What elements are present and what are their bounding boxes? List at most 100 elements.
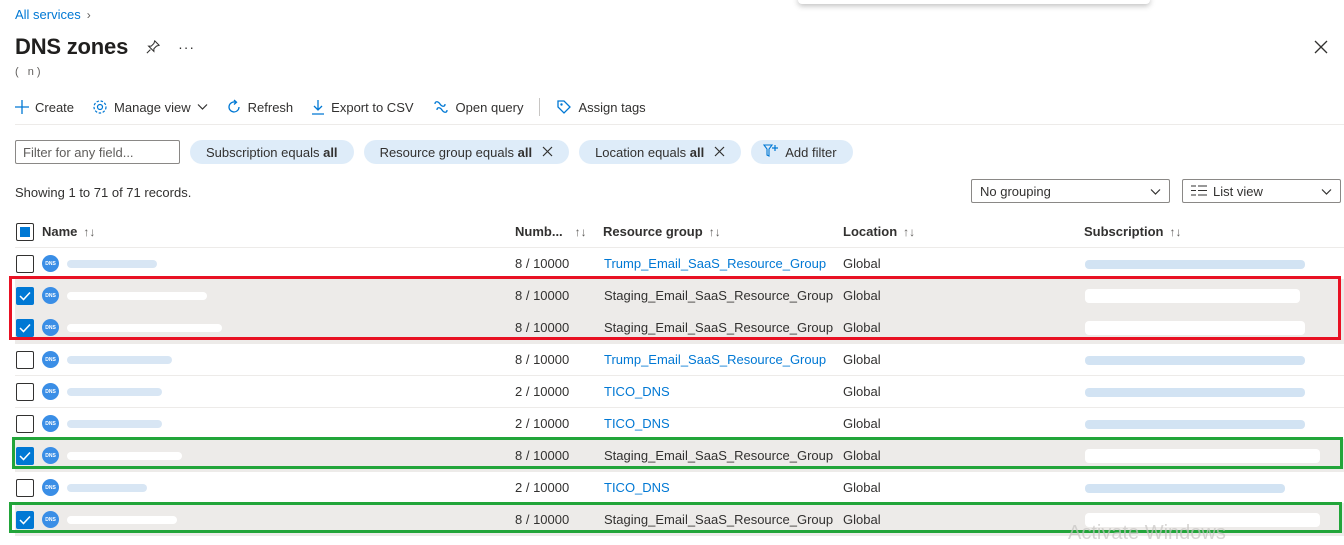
table-row[interactable]: DNS 2 / 10000 TICO_DNS Global [15, 376, 1344, 408]
column-header-subscription[interactable]: Subscription ↑↓ [1084, 224, 1181, 239]
dns-zone-icon: DNS [42, 511, 59, 528]
resource-group-link[interactable]: Trump_Email_SaaS_Resource_Group [604, 352, 826, 367]
subscription-link[interactable] [1085, 484, 1285, 493]
assign-tags-button[interactable]: Assign tags [556, 99, 646, 115]
dns-zone-icon: DNS [42, 479, 59, 496]
breadcrumb-all-services[interactable]: All services [15, 7, 81, 22]
column-header-location[interactable]: Location ↑↓ [843, 224, 915, 239]
breadcrumb: All services › [15, 7, 91, 22]
resource-group-link[interactable]: Staging_Email_SaaS_Resource_Group [604, 320, 833, 335]
location-cell: Global [843, 512, 881, 527]
zone-name-link[interactable] [67, 452, 182, 460]
select-all-checkbox[interactable] [16, 222, 34, 241]
close-icon[interactable] [542, 145, 553, 160]
more-options-icon[interactable]: ··· [178, 39, 195, 55]
subscription-link[interactable] [1085, 289, 1300, 303]
row-checkbox[interactable] [16, 318, 34, 337]
zone-name-link[interactable] [67, 324, 222, 332]
close-icon[interactable] [1314, 40, 1328, 57]
activate-windows-watermark: Activate Windows [1068, 522, 1226, 544]
subscription-link[interactable] [1085, 260, 1305, 269]
row-checkbox[interactable] [16, 478, 34, 497]
view-dropdown[interactable]: List view [1182, 179, 1341, 203]
close-icon[interactable] [714, 145, 725, 160]
row-checkbox[interactable] [16, 446, 34, 465]
sort-icon: ↑↓ [1169, 225, 1182, 239]
row-checkbox[interactable] [16, 254, 34, 273]
table-row[interactable]: DNS 2 / 10000 TICO_DNS Global [15, 408, 1344, 440]
page-title: DNS zones [15, 34, 129, 59]
export-csv-button[interactable]: Export to CSV [311, 99, 414, 115]
filter-bar: Subscription equals all Resource group e… [15, 140, 853, 164]
resource-group-link[interactable]: TICO_DNS [604, 416, 670, 431]
filter-pill-subscription[interactable]: Subscription equals all [190, 140, 354, 164]
subscription-link[interactable] [1085, 388, 1305, 397]
dns-zones-table: Name ↑↓ Numb... ↑↓ Resource group ↑↓ Locati… [15, 216, 1344, 536]
filter-pill-prefix: Subscription equals [206, 144, 320, 160]
download-icon [311, 99, 325, 115]
resource-group-link[interactable]: Trump_Email_SaaS_Resource_Group [604, 256, 826, 271]
zone-name-link[interactable] [67, 484, 147, 492]
sort-icon: ↑↓ [903, 225, 916, 239]
dns-zone-icon: DNS [42, 319, 59, 336]
location-cell: Global [843, 416, 881, 431]
zone-name-link[interactable] [67, 356, 172, 364]
subscription-link[interactable] [1085, 420, 1305, 429]
column-header-number[interactable]: Numb... ↑↓ [515, 224, 587, 239]
assign-tags-label: Assign tags [578, 99, 646, 115]
add-filter-label: Add filter [785, 144, 837, 160]
filter-pill-value: all [323, 144, 338, 160]
dns-zone-icon: DNS [42, 255, 59, 272]
resource-group-link[interactable]: TICO_DNS [604, 480, 670, 495]
row-checkbox[interactable] [16, 414, 34, 433]
list-view-icon [1191, 184, 1207, 199]
column-header-name[interactable]: Name ↑↓ [42, 224, 95, 239]
column-header-resource-group[interactable]: Resource group ↑↓ [603, 224, 721, 239]
table-row[interactable]: DNS 8 / 10000 Staging_Email_SaaS_Resource_… [15, 280, 1344, 312]
plus-icon [15, 100, 29, 114]
toolbar-divider [15, 124, 1344, 125]
row-checkbox[interactable] [16, 382, 34, 401]
resource-group-link[interactable]: Staging_Email_SaaS_Resource_Group [604, 448, 833, 463]
create-button[interactable]: Create [15, 100, 74, 115]
record-set-count: 2 / 10000 [515, 416, 570, 431]
tag-icon [556, 99, 572, 115]
row-checkbox[interactable] [16, 510, 34, 529]
filter-pill-location[interactable]: Location equals all [579, 140, 742, 164]
subscription-link[interactable] [1085, 321, 1305, 335]
grouping-dropdown[interactable]: No grouping [971, 179, 1170, 203]
location-cell: Global [843, 352, 881, 367]
table-header: Name ↑↓ Numb... ↑↓ Resource group ↑↓ Locati… [15, 216, 1344, 248]
filter-input[interactable] [15, 140, 180, 164]
resource-group-link[interactable]: Staging_Email_SaaS_Resource_Group [604, 288, 833, 303]
grouping-value: No grouping [980, 183, 1051, 199]
row-checkbox[interactable] [16, 286, 34, 305]
resource-group-link[interactable]: Staging_Email_SaaS_Resource_Group [604, 512, 833, 527]
refresh-button[interactable]: Refresh [226, 99, 293, 115]
open-query-button[interactable]: Open query [432, 100, 523, 115]
manage-view-button[interactable]: Manage view [92, 99, 208, 115]
resource-group-link[interactable]: TICO_DNS [604, 384, 670, 399]
location-cell: Global [843, 320, 881, 335]
filter-pill-resource-group[interactable]: Resource group equals all [363, 140, 570, 164]
add-filter-icon [763, 143, 779, 161]
zone-name-link[interactable] [67, 516, 177, 524]
table-row[interactable]: DNS 2 / 10000 TICO_DNS Global [15, 472, 1344, 504]
zone-name-link[interactable] [67, 292, 207, 300]
table-row[interactable]: DNS 8 / 10000 Staging_Email_SaaS_Resource_… [15, 312, 1344, 344]
row-checkbox[interactable] [16, 350, 34, 369]
zone-name-link[interactable] [67, 388, 162, 396]
add-filter-button[interactable]: Add filter [751, 140, 853, 164]
table-row[interactable]: DNS 8 / 10000 Trump_Email_SaaS_Resource_Gr… [15, 248, 1344, 280]
sort-icon: ↑↓ [83, 225, 96, 239]
zone-name-link[interactable] [67, 260, 157, 268]
table-row[interactable]: DNS 8 / 10000 Trump_Email_SaaS_Resource_Gr… [15, 344, 1344, 376]
zone-name-link[interactable] [67, 420, 162, 428]
table-row[interactable]: DNS 8 / 10000 Staging_Email_SaaS_Resource_… [15, 440, 1344, 472]
subscription-link[interactable] [1085, 449, 1320, 463]
pin-icon[interactable] [146, 40, 161, 54]
query-icon [432, 100, 450, 114]
record-set-count: 8 / 10000 [515, 448, 570, 463]
popover-edge [798, 0, 1150, 4]
subscription-link[interactable] [1085, 356, 1305, 365]
